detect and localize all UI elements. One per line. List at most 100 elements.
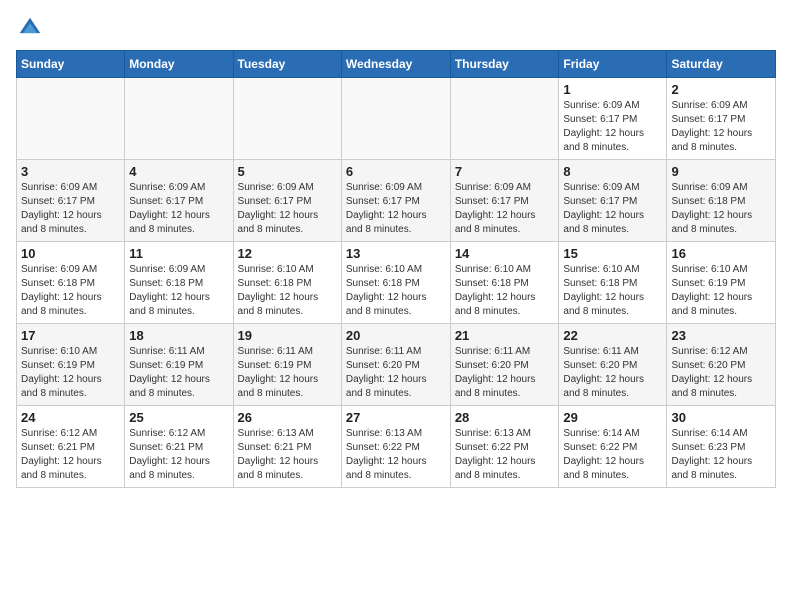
calendar-day-cell: 25 Sunrise: 6:12 AM Sunset: 6:21 PM Dayli… [125, 406, 233, 488]
day-number: 4 [129, 164, 228, 179]
calendar-table: SundayMondayTuesdayWednesdayThursdayFrid… [16, 50, 776, 488]
day-number: 24 [21, 410, 120, 425]
day-info: Sunrise: 6:09 AM Sunset: 6:17 PM Dayligh… [21, 181, 120, 237]
calendar-day-cell: 13 Sunrise: 6:10 AM Sunset: 6:18 PM Dayli… [341, 242, 450, 324]
day-number: 17 [21, 328, 120, 343]
calendar-day-cell: 17Sunrise: 6:10 AM Sunset: 6:19 PM Dayli… [17, 324, 125, 406]
day-info: Sunrise: 6:14 AM Sunset: 6:22 PM Dayligh… [563, 427, 662, 483]
day-info: Sunrise: 6:13 AM Sunset: 6:21 PM Dayligh… [238, 427, 337, 483]
day-number: 25 [129, 410, 228, 425]
calendar-day-cell: 8 Sunrise: 6:09 AM Sunset: 6:17 PM Daylig… [559, 160, 667, 242]
day-info: Sunrise: 6:10 AM Sunset: 6:18 PM Dayligh… [238, 263, 337, 319]
calendar-week-row: 10 Sunrise: 6:09 AM Sunset: 6:18 PM Dayli… [17, 242, 776, 324]
day-info: Sunrise: 6:09 AM Sunset: 6:18 PM Dayligh… [129, 263, 228, 319]
day-info: Sunrise: 6:09 AM Sunset: 6:17 PM Dayligh… [563, 99, 662, 155]
day-info: Sunrise: 6:09 AM Sunset: 6:18 PM Dayligh… [21, 263, 120, 319]
day-info: Sunrise: 6:10 AM Sunset: 6:19 PM Dayligh… [671, 263, 771, 319]
calendar-week-row: 1 Sunrise: 6:09 AM Sunset: 6:17 PM Daylig… [17, 78, 776, 160]
calendar-week-row: 24 Sunrise: 6:12 AM Sunset: 6:21 PM Dayli… [17, 406, 776, 488]
calendar-day-cell: 12 Sunrise: 6:10 AM Sunset: 6:18 PM Dayli… [233, 242, 341, 324]
day-number: 8 [563, 164, 662, 179]
calendar-day-cell: 16 Sunrise: 6:10 AM Sunset: 6:19 PM Dayli… [667, 242, 776, 324]
day-number: 3 [21, 164, 120, 179]
calendar-day-cell: 26 Sunrise: 6:13 AM Sunset: 6:21 PM Dayli… [233, 406, 341, 488]
day-number: 7 [455, 164, 555, 179]
calendar-header-friday: Friday [559, 51, 667, 78]
logo [16, 16, 42, 40]
calendar-day-cell [450, 78, 559, 160]
day-number: 2 [671, 82, 771, 97]
calendar-header-thursday: Thursday [450, 51, 559, 78]
day-info: Sunrise: 6:11 AM Sunset: 6:19 PM Dayligh… [129, 345, 228, 401]
calendar-day-cell [17, 78, 125, 160]
day-number: 22 [563, 328, 662, 343]
day-info: Sunrise: 6:09 AM Sunset: 6:17 PM Dayligh… [238, 181, 337, 237]
calendar-day-cell: 27 Sunrise: 6:13 AM Sunset: 6:22 PM Dayli… [341, 406, 450, 488]
calendar-day-cell: 2 Sunrise: 6:09 AM Sunset: 6:17 PM Daylig… [667, 78, 776, 160]
day-number: 27 [346, 410, 446, 425]
calendar-day-cell: 6 Sunrise: 6:09 AM Sunset: 6:17 PM Daylig… [341, 160, 450, 242]
calendar-day-cell: 1 Sunrise: 6:09 AM Sunset: 6:17 PM Daylig… [559, 78, 667, 160]
calendar-day-cell: 9 Sunrise: 6:09 AM Sunset: 6:18 PM Daylig… [667, 160, 776, 242]
day-number: 30 [671, 410, 771, 425]
calendar-header-wednesday: Wednesday [341, 51, 450, 78]
calendar-day-cell: 4Sunrise: 6:09 AM Sunset: 6:17 PM Daylig… [125, 160, 233, 242]
day-info: Sunrise: 6:13 AM Sunset: 6:22 PM Dayligh… [346, 427, 446, 483]
day-info: Sunrise: 6:09 AM Sunset: 6:17 PM Dayligh… [455, 181, 555, 237]
day-number: 5 [238, 164, 337, 179]
day-number: 16 [671, 246, 771, 261]
day-info: Sunrise: 6:11 AM Sunset: 6:20 PM Dayligh… [346, 345, 446, 401]
calendar-day-cell: 30 Sunrise: 6:14 AM Sunset: 6:23 PM Dayli… [667, 406, 776, 488]
day-info: Sunrise: 6:14 AM Sunset: 6:23 PM Dayligh… [671, 427, 771, 483]
calendar-day-cell: 18 Sunrise: 6:11 AM Sunset: 6:19 PM Dayli… [125, 324, 233, 406]
calendar-day-cell: 10 Sunrise: 6:09 AM Sunset: 6:18 PM Dayli… [17, 242, 125, 324]
calendar-day-cell: 3 Sunrise: 6:09 AM Sunset: 6:17 PM Daylig… [17, 160, 125, 242]
day-info: Sunrise: 6:09 AM Sunset: 6:18 PM Dayligh… [671, 181, 771, 237]
calendar-day-cell [233, 78, 341, 160]
day-number: 13 [346, 246, 446, 261]
day-number: 18 [129, 328, 228, 343]
page-header [16, 16, 776, 40]
calendar-header-monday: Monday [125, 51, 233, 78]
day-number: 6 [346, 164, 446, 179]
day-number: 1 [563, 82, 662, 97]
day-info: Sunrise: 6:11 AM Sunset: 6:20 PM Dayligh… [455, 345, 555, 401]
calendar-header-tuesday: Tuesday [233, 51, 341, 78]
calendar-day-cell: 21 Sunrise: 6:11 AM Sunset: 6:20 PM Dayli… [450, 324, 559, 406]
day-number: 26 [238, 410, 337, 425]
day-number: 19 [238, 328, 337, 343]
calendar-day-cell: 19 Sunrise: 6:11 AM Sunset: 6:19 PM Dayli… [233, 324, 341, 406]
calendar-day-cell: 22 Sunrise: 6:11 AM Sunset: 6:20 PM Dayli… [559, 324, 667, 406]
day-info: Sunrise: 6:09 AM Sunset: 6:17 PM Dayligh… [563, 181, 662, 237]
day-number: 28 [455, 410, 555, 425]
day-info: Sunrise: 6:12 AM Sunset: 6:20 PM Dayligh… [671, 345, 771, 401]
calendar-day-cell: 29Sunrise: 6:14 AM Sunset: 6:22 PM Dayli… [559, 406, 667, 488]
calendar-day-cell [125, 78, 233, 160]
calendar-day-cell: 20 Sunrise: 6:11 AM Sunset: 6:20 PM Dayli… [341, 324, 450, 406]
day-info: Sunrise: 6:09 AM Sunset: 6:17 PM Dayligh… [346, 181, 446, 237]
calendar-week-row: 3 Sunrise: 6:09 AM Sunset: 6:17 PM Daylig… [17, 160, 776, 242]
calendar-header-saturday: Saturday [667, 51, 776, 78]
calendar-day-cell: 23Sunrise: 6:12 AM Sunset: 6:20 PM Dayli… [667, 324, 776, 406]
calendar-day-cell: 11 Sunrise: 6:09 AM Sunset: 6:18 PM Dayli… [125, 242, 233, 324]
day-number: 21 [455, 328, 555, 343]
day-number: 9 [671, 164, 771, 179]
calendar-day-cell: 14Sunrise: 6:10 AM Sunset: 6:18 PM Dayli… [450, 242, 559, 324]
day-number: 11 [129, 246, 228, 261]
day-info: Sunrise: 6:10 AM Sunset: 6:18 PM Dayligh… [346, 263, 446, 319]
day-number: 15 [563, 246, 662, 261]
calendar-day-cell: 24Sunrise: 6:12 AM Sunset: 6:21 PM Dayli… [17, 406, 125, 488]
day-info: Sunrise: 6:13 AM Sunset: 6:22 PM Dayligh… [455, 427, 555, 483]
day-info: Sunrise: 6:12 AM Sunset: 6:21 PM Dayligh… [129, 427, 228, 483]
day-number: 20 [346, 328, 446, 343]
day-info: Sunrise: 6:11 AM Sunset: 6:20 PM Dayligh… [563, 345, 662, 401]
calendar-day-cell: 7 Sunrise: 6:09 AM Sunset: 6:17 PM Daylig… [450, 160, 559, 242]
calendar-day-cell: 28 Sunrise: 6:13 AM Sunset: 6:22 PM Dayli… [450, 406, 559, 488]
day-info: Sunrise: 6:11 AM Sunset: 6:19 PM Dayligh… [238, 345, 337, 401]
day-number: 12 [238, 246, 337, 261]
calendar-header-row: SundayMondayTuesdayWednesdayThursdayFrid… [17, 51, 776, 78]
day-number: 10 [21, 246, 120, 261]
day-info: Sunrise: 6:09 AM Sunset: 6:17 PM Dayligh… [671, 99, 771, 155]
day-number: 14 [455, 246, 555, 261]
calendar-week-row: 17Sunrise: 6:10 AM Sunset: 6:19 PM Dayli… [17, 324, 776, 406]
